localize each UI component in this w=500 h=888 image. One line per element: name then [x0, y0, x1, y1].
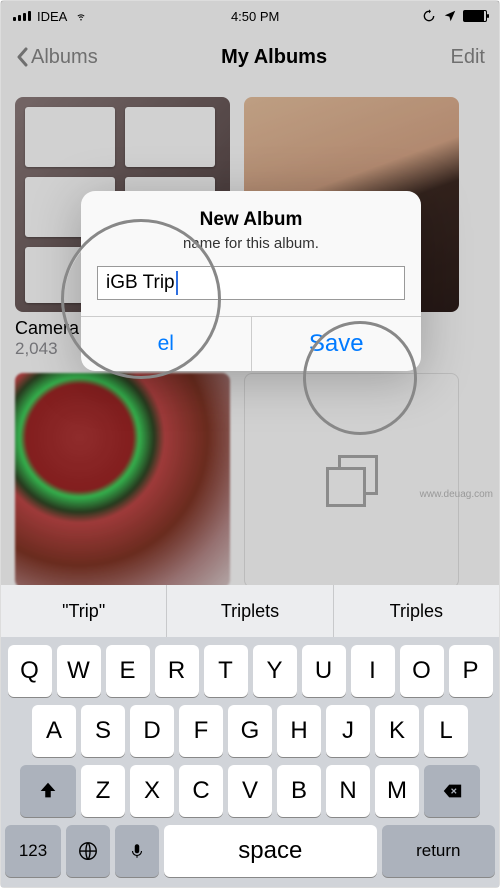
key-z[interactable]: Z: [81, 765, 125, 817]
keyboard: "Trip" Triplets Triples Q W E R T Y U I …: [1, 585, 499, 887]
suggestion[interactable]: Triplets: [166, 585, 332, 637]
key-u[interactable]: U: [302, 645, 346, 697]
globe-key[interactable]: [66, 825, 110, 877]
key-x[interactable]: X: [130, 765, 174, 817]
key-row: 123 space return: [1, 817, 499, 887]
globe-icon: [77, 840, 99, 862]
key-r[interactable]: R: [155, 645, 199, 697]
key-t[interactable]: T: [204, 645, 248, 697]
album-name-input[interactable]: iGB Trip: [97, 266, 405, 300]
cancel-button[interactable]: el: [81, 317, 252, 371]
key-j[interactable]: J: [326, 705, 370, 757]
watermark: www.deuag.com: [420, 489, 493, 500]
return-key[interactable]: return: [382, 825, 495, 877]
key-w[interactable]: W: [57, 645, 101, 697]
key-h[interactable]: H: [277, 705, 321, 757]
suggestion[interactable]: "Trip": [1, 585, 166, 637]
key-row: Q W E R T Y U I O P: [1, 637, 499, 697]
key-g[interactable]: G: [228, 705, 272, 757]
save-button[interactable]: Save: [252, 317, 422, 371]
numbers-key[interactable]: 123: [5, 825, 61, 877]
alert-message: name for this album.: [101, 235, 401, 252]
new-album-alert: New Album name for this album. iGB Trip …: [81, 191, 421, 371]
key-b[interactable]: B: [277, 765, 321, 817]
key-y[interactable]: Y: [253, 645, 297, 697]
key-row: Z X C V B N M: [1, 757, 499, 817]
key-row: A S D F G H J K L: [1, 697, 499, 757]
key-a[interactable]: A: [32, 705, 76, 757]
key-l[interactable]: L: [424, 705, 468, 757]
backspace-key[interactable]: [424, 765, 480, 817]
key-e[interactable]: E: [106, 645, 150, 697]
key-v[interactable]: V: [228, 765, 272, 817]
key-i[interactable]: I: [351, 645, 395, 697]
key-p[interactable]: P: [449, 645, 493, 697]
key-s[interactable]: S: [81, 705, 125, 757]
key-c[interactable]: C: [179, 765, 223, 817]
shift-key[interactable]: [20, 765, 76, 817]
key-k[interactable]: K: [375, 705, 419, 757]
alert-title: New Album: [81, 209, 421, 231]
microphone-icon: [128, 840, 146, 862]
key-d[interactable]: D: [130, 705, 174, 757]
alert-buttons: el Save: [81, 316, 421, 371]
key-f[interactable]: F: [179, 705, 223, 757]
text-cursor: [176, 271, 178, 295]
shift-icon: [37, 780, 59, 802]
key-m[interactable]: M: [375, 765, 419, 817]
key-q[interactable]: Q: [8, 645, 52, 697]
backspace-icon: [441, 780, 463, 802]
dictation-key[interactable]: [115, 825, 159, 877]
key-n[interactable]: N: [326, 765, 370, 817]
suggestion-bar: "Trip" Triplets Triples: [1, 585, 499, 637]
key-o[interactable]: O: [400, 645, 444, 697]
suggestion[interactable]: Triples: [333, 585, 499, 637]
input-text: iGB Trip: [106, 272, 175, 294]
space-key[interactable]: space: [164, 825, 377, 877]
